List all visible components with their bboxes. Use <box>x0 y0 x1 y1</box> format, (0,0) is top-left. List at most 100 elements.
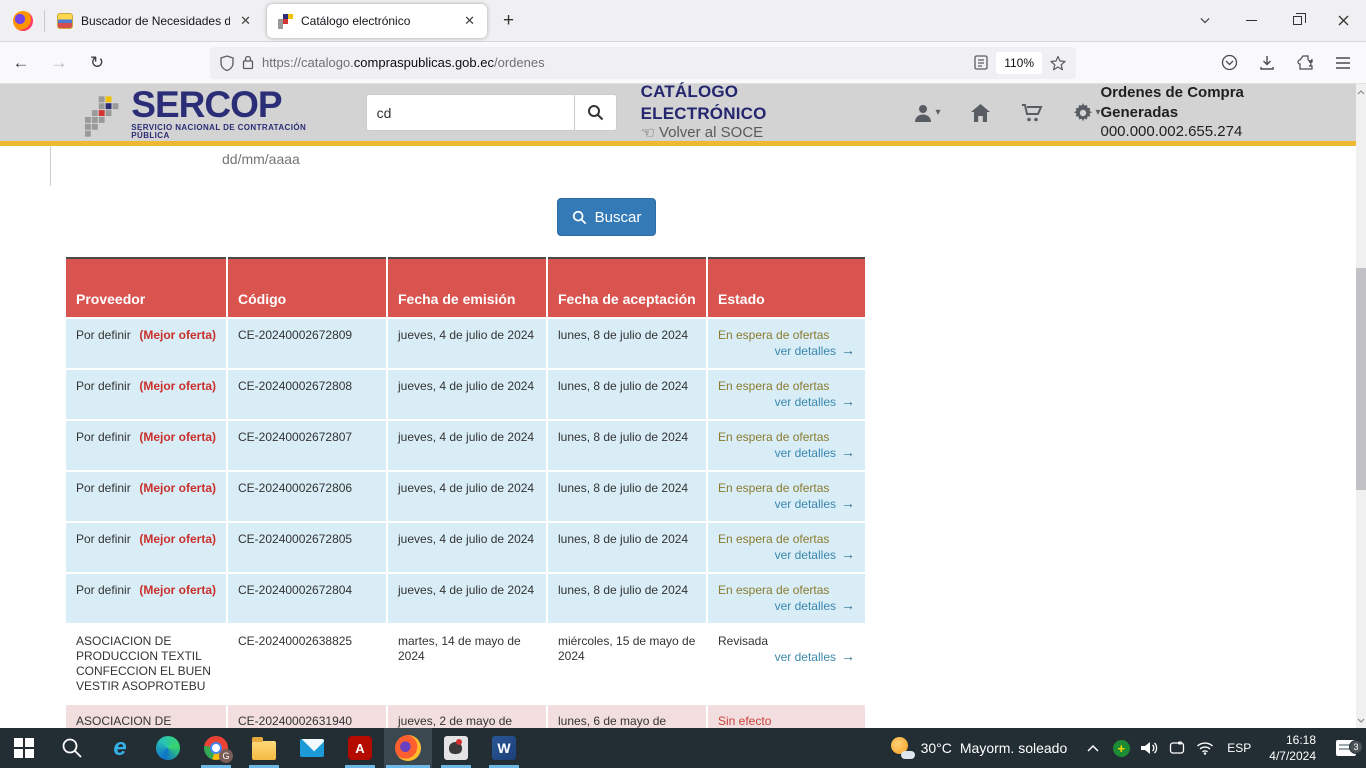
firefox-view-button[interactable] <box>8 6 38 36</box>
fecha-aceptacion-value: miércoles, 15 de mayo de 2024 <box>547 624 707 704</box>
mail-icon <box>300 739 324 757</box>
taskbar-edge[interactable] <box>144 728 192 768</box>
taskbar-search-button[interactable] <box>48 728 96 768</box>
fecha-emision-value: jueves, 4 de julio de 2024 <box>387 420 547 471</box>
ver-detalles-link[interactable]: ver detalles→ <box>718 394 855 410</box>
window-minimize-button[interactable] <box>1228 0 1274 41</box>
clock-time: 16:18 <box>1269 732 1316 748</box>
estado-value: Revisada <box>718 634 855 649</box>
file-explorer-icon <box>252 741 276 760</box>
proveedor-value: ASOCIACION DE PRODUCCION TEXTIL CONFECCI… <box>76 634 216 694</box>
column-header-fecha-emision: Fecha de emisión <box>387 258 547 318</box>
home-icon <box>970 103 991 123</box>
taskbar-firefox[interactable] <box>384 728 432 768</box>
ver-detalles-link[interactable]: ver detalles→ <box>718 343 855 359</box>
weather-widget[interactable]: 30°C Mayorm. soleado <box>879 737 1080 759</box>
scrollbar-thumb[interactable] <box>1356 268 1366 490</box>
date-input-placeholder[interactable]: dd/mm/aaaa <box>222 151 300 167</box>
proveedor-value: Por definir <box>76 430 131 445</box>
settings-menu-button[interactable]: ▾ <box>1073 103 1100 123</box>
taskbar-java-app[interactable] <box>432 728 480 768</box>
tray-chevron-up-icon[interactable] <box>1079 744 1107 752</box>
back-button[interactable]: ← <box>4 46 38 80</box>
fecha-emision-value: jueves, 2 de mayo de 2024 <box>387 704 547 728</box>
clock-date: 4/7/2024 <box>1269 748 1316 764</box>
zoom-level-indicator[interactable]: 110% <box>996 52 1042 74</box>
extensions-puzzle-icon[interactable] <box>1288 46 1322 80</box>
reader-view-icon[interactable] <box>974 55 988 70</box>
lock-icon[interactable] <box>242 55 254 70</box>
fecha-emision-value: jueves, 4 de julio de 2024 <box>387 318 547 369</box>
window-restore-button[interactable] <box>1274 0 1320 41</box>
forward-button[interactable]: → <box>42 46 76 80</box>
ver-detalles-link[interactable]: ver detalles→ <box>718 547 855 563</box>
codigo-value: CE-20240002672805 <box>227 522 387 573</box>
ver-detalles-link[interactable]: ver detalles→ <box>718 496 855 512</box>
codigo-value: CE-20240002631940 <box>227 704 387 728</box>
buscar-button[interactable]: Buscar <box>557 198 656 236</box>
sercop-logo[interactable]: SERCOP SERVICIO NACIONAL DE CONTRATACIÓN… <box>82 86 344 140</box>
weather-temperature: 30°C <box>921 740 952 756</box>
tray-wifi-icon[interactable] <box>1191 741 1219 755</box>
page-scrollbar[interactable] <box>1356 84 1366 728</box>
proveedor-value: Por definir <box>76 481 131 496</box>
firefox-icon <box>395 735 421 761</box>
url-bar[interactable]: https://catalogo.compraspublicas.gob.ec/… <box>210 47 1076 79</box>
taskbar-acrobat[interactable]: A <box>336 728 384 768</box>
scroll-up-arrow-icon[interactable] <box>1356 86 1366 98</box>
tray-device-icon[interactable] <box>1163 741 1191 755</box>
taskbar-clock[interactable]: 16:18 4/7/2024 <box>1259 732 1326 764</box>
search-icon <box>61 737 83 759</box>
tray-volume-icon[interactable] <box>1135 740 1163 756</box>
tab-close-icon[interactable]: ✕ <box>462 13 477 29</box>
tab-close-icon[interactable]: ✕ <box>238 13 253 29</box>
estado-value: En espera de ofertas <box>718 328 855 343</box>
browser-titlebar: Buscador de Necesidades de Co ✕ Catálogo… <box>0 0 1366 42</box>
chrome-icon: G <box>204 736 228 760</box>
arrow-right-icon: → <box>841 393 855 409</box>
scroll-down-arrow-icon[interactable] <box>1356 714 1366 726</box>
taskbar-internet-explorer[interactable]: e <box>96 728 144 768</box>
mejor-oferta-label: (Mejor oferta) <box>139 481 216 496</box>
order-row: ASOCIACION DE PRODUCCION TEXTIL CE-20240… <box>66 704 865 728</box>
page-title: CATÁLOGO ELECTRÓNICO <box>641 81 866 124</box>
caret-down-icon: ▾ <box>935 107 940 118</box>
tab-catalogo-electronico[interactable]: Catálogo electrónico ✕ <box>267 4 487 38</box>
tracking-shield-icon[interactable] <box>220 55 234 71</box>
arrow-right-icon: → <box>841 342 855 358</box>
pocket-icon[interactable] <box>1212 46 1246 80</box>
taskbar-word[interactable]: W <box>480 728 528 768</box>
ver-detalles-link[interactable]: ver detalles→ <box>718 445 855 461</box>
list-all-tabs-chevron-icon[interactable] <box>1182 0 1228 41</box>
action-center-button[interactable]: 3 <box>1326 740 1366 756</box>
tab-buscador-necesidades[interactable]: Buscador de Necesidades de Co ✕ <box>47 0 263 42</box>
codigo-value: CE-20240002672806 <box>227 471 387 522</box>
downloads-icon[interactable] <box>1250 46 1284 80</box>
codigo-value: CE-20240002672808 <box>227 369 387 420</box>
catalog-search-button[interactable] <box>574 94 617 131</box>
home-button[interactable] <box>970 103 991 123</box>
arrow-right-icon: → <box>841 546 855 562</box>
new-tab-button[interactable]: + <box>491 10 526 32</box>
brand-name: SERCOP <box>131 86 343 123</box>
start-button[interactable] <box>0 728 48 768</box>
language-indicator[interactable]: ESP <box>1219 741 1259 755</box>
cart-button[interactable] <box>1021 103 1043 123</box>
ver-detalles-link[interactable]: ver detalles→ <box>718 649 855 665</box>
taskbar-file-explorer[interactable] <box>240 728 288 768</box>
ver-detalles-link[interactable]: ver detalles→ <box>718 598 855 614</box>
tray-antivirus-icon[interactable] <box>1107 740 1135 757</box>
taskbar-mail[interactable] <box>288 728 336 768</box>
catalog-search-input[interactable] <box>366 94 574 131</box>
estado-value: En espera de ofertas <box>718 379 855 394</box>
fecha-aceptacion-value: lunes, 8 de julio de 2024 <box>547 420 707 471</box>
mejor-oferta-label: (Mejor oferta) <box>139 532 216 547</box>
user-menu-button[interactable]: ▾ <box>913 103 940 123</box>
arrow-right-icon: → <box>841 597 855 613</box>
reload-button[interactable]: ↻ <box>80 46 114 80</box>
volver-al-soce-link[interactable]: ☜ Volver al SOCE <box>641 124 866 144</box>
bookmark-star-icon[interactable] <box>1050 55 1066 71</box>
menu-hamburger-icon[interactable] <box>1326 46 1360 80</box>
window-close-button[interactable] <box>1320 0 1366 41</box>
taskbar-chrome[interactable]: G <box>192 728 240 768</box>
